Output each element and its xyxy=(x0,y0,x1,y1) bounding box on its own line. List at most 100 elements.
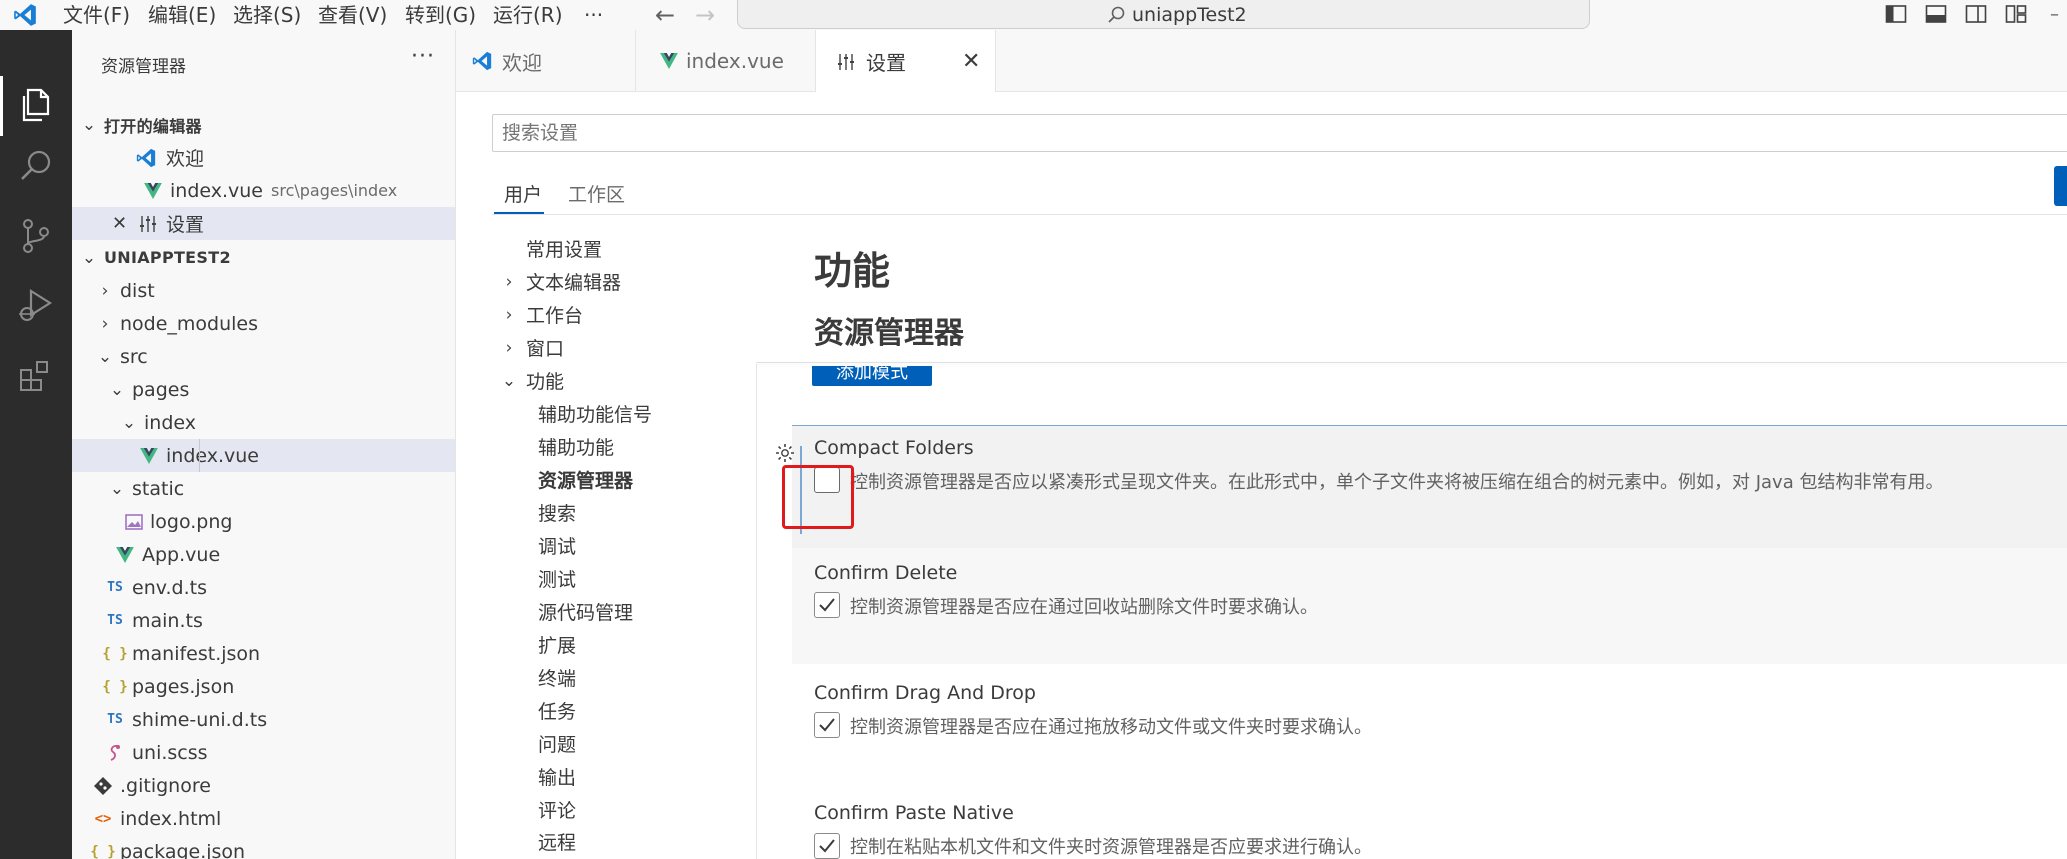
open-editor-index-vue[interactable]: index.vue src\pages\index xyxy=(72,174,455,207)
tree-item-index-vue[interactable]: index.vue xyxy=(72,439,455,472)
customize-layout-icon[interactable] xyxy=(2005,4,2027,24)
tree-item-dist[interactable]: › dist xyxy=(72,274,455,307)
tree-item-gitignore[interactable]: .gitignore xyxy=(72,769,455,802)
toc-item[interactable]: › 文本编辑器 xyxy=(492,265,712,298)
toc-item[interactable]: › 工作台 xyxy=(492,298,712,331)
tree-item-package-json[interactable]: { } package.json xyxy=(72,835,455,859)
tree-item-label: logo.png xyxy=(150,510,233,533)
typescript-file-icon: TS xyxy=(107,580,123,595)
setting-title: Confirm Drag And Drop xyxy=(814,682,1036,704)
search-icon[interactable] xyxy=(15,145,57,187)
tree-item-label: pages xyxy=(132,378,190,401)
source-control-icon[interactable] xyxy=(15,215,57,257)
tree-item-app-vue[interactable]: App.vue xyxy=(72,538,455,571)
toc-item[interactable]: 源代码管理 xyxy=(492,595,712,628)
open-editor-welcome[interactable]: 欢迎 xyxy=(72,141,455,174)
tree-item-pages-json[interactable]: { } pages.json xyxy=(72,670,455,703)
toc-divider xyxy=(756,364,757,859)
menu-edit[interactable]: 编辑(E) xyxy=(148,0,216,30)
active-indicator xyxy=(0,76,3,136)
project-header[interactable]: ⌄ UNIAPPTEST2 xyxy=(72,241,455,274)
activity-bar xyxy=(0,30,72,859)
check-icon xyxy=(819,839,835,853)
tree-item-src[interactable]: ⌄ src xyxy=(72,340,455,373)
menu-more[interactable]: ··· xyxy=(584,0,603,30)
explorer-icon[interactable] xyxy=(15,84,57,126)
toc-item[interactable]: 辅助功能信号 xyxy=(492,397,712,430)
toc-item[interactable]: 远程 xyxy=(492,826,712,856)
toc-item-active[interactable]: 资源管理器 xyxy=(492,463,712,496)
tree-item-shime-uni-d-ts[interactable]: TS shime-uni.d.ts xyxy=(72,703,455,736)
setting-description: 控制资源管理器是否应在通过拖放移动文件或文件夹时要求确认。 xyxy=(850,717,1372,738)
more-actions-icon[interactable]: ··· xyxy=(411,44,435,69)
toc-item[interactable]: 问题 xyxy=(492,727,712,760)
group-heading: 功能 xyxy=(814,249,891,293)
vscode-welcome-icon xyxy=(136,148,156,167)
confirm-drag-drop-checkbox[interactable] xyxy=(814,712,840,738)
scope-tab-user[interactable]: 用户 xyxy=(504,180,542,207)
back-arrow-icon[interactable]: ← xyxy=(655,2,675,28)
menu-go[interactable]: 转到(G) xyxy=(405,0,476,30)
toggle-primary-sidebar-icon[interactable] xyxy=(1885,4,1907,24)
tree-item-label: index xyxy=(144,411,196,434)
check-icon xyxy=(819,598,835,612)
close-tab-icon[interactable]: ✕ xyxy=(962,49,980,74)
toc-item[interactable]: 测试 xyxy=(492,562,712,595)
close-icon[interactable]: ✕ xyxy=(112,213,134,234)
tree-item-uni-scss[interactable]: uni.scss xyxy=(72,736,455,769)
setting-gear-icon[interactable] xyxy=(774,442,796,464)
tree-item-index-folder[interactable]: ⌄ index xyxy=(72,406,455,439)
menu-selection[interactable]: 选择(S) xyxy=(233,0,301,30)
forward-arrow-icon[interactable]: → xyxy=(695,2,715,28)
menu-view[interactable]: 查看(V) xyxy=(318,0,387,30)
minimize-icon[interactable]: – xyxy=(2050,2,2059,28)
extensions-icon[interactable] xyxy=(15,356,57,398)
open-editor-label: 设置 xyxy=(166,214,205,236)
tree-item-label: package.json xyxy=(120,840,246,859)
confirm-delete-checkbox[interactable] xyxy=(814,592,840,618)
chevron-right-icon: › xyxy=(101,313,109,334)
tree-item-env-d-ts[interactable]: TS env.d.ts xyxy=(72,571,455,604)
toc-item[interactable]: ⌄ 功能 xyxy=(492,364,712,397)
open-editor-settings[interactable]: ✕ 设置 xyxy=(72,207,455,240)
command-center[interactable]: uniappTest2 xyxy=(737,0,1590,29)
toggle-panel-icon[interactable] xyxy=(1925,4,1947,24)
tree-item-label: index.vue xyxy=(166,444,259,467)
confirm-paste-native-checkbox[interactable] xyxy=(814,833,840,859)
toc-item[interactable]: 任务 xyxy=(492,694,712,727)
toc-item[interactable]: 输出 xyxy=(492,760,712,793)
scope-tab-workspace[interactable]: 工作区 xyxy=(568,180,625,207)
add-pattern-button[interactable]: 添加模式 xyxy=(812,366,932,386)
menu-file[interactable]: 文件(F) xyxy=(63,0,130,30)
toc-item[interactable]: 终端 xyxy=(492,661,712,694)
git-file-icon xyxy=(94,776,112,795)
tree-item-main-ts[interactable]: TS main.ts xyxy=(72,604,455,637)
tree-item-node-modules[interactable]: › node_modules xyxy=(72,307,455,340)
toc-item[interactable]: 搜索 xyxy=(492,496,712,529)
backup-sync-button[interactable] xyxy=(2054,166,2067,206)
settings-search-input[interactable]: 搜索设置 xyxy=(492,114,2067,152)
toc-item[interactable]: › 窗口 xyxy=(492,331,712,364)
section-heading: 资源管理器 xyxy=(814,316,964,351)
tree-item-manifest-json[interactable]: { } manifest.json xyxy=(72,637,455,670)
run-debug-icon[interactable] xyxy=(15,284,57,326)
toc-item[interactable]: 辅助功能 xyxy=(492,430,712,463)
tree-item-pages[interactable]: ⌄ pages xyxy=(72,373,455,406)
toggle-secondary-sidebar-icon[interactable] xyxy=(1965,4,1987,24)
toc-item[interactable]: 调试 xyxy=(492,529,712,562)
tab-settings[interactable]: 设置 ✕ xyxy=(816,30,996,93)
tab-index-vue[interactable]: index.vue xyxy=(636,30,816,92)
toc-item[interactable]: 常用设置 xyxy=(492,232,712,265)
scss-file-icon xyxy=(110,744,120,761)
settings-sliders-icon xyxy=(140,215,156,232)
tab-welcome[interactable]: 欢迎 xyxy=(456,30,636,92)
toc-item[interactable]: 评论 xyxy=(492,793,712,826)
tree-item-logo-png[interactable]: logo.png xyxy=(72,505,455,538)
tree-item-static[interactable]: ⌄ static xyxy=(72,472,455,505)
typescript-file-icon: TS xyxy=(107,712,123,727)
json-file-icon: { } xyxy=(102,678,128,695)
toc-item[interactable]: 扩展 xyxy=(492,628,712,661)
menu-run[interactable]: 运行(R) xyxy=(493,0,563,30)
open-editors-header[interactable]: ⌄ 打开的编辑器 xyxy=(72,108,455,141)
tree-item-index-html[interactable]: <> index.html xyxy=(72,802,455,835)
